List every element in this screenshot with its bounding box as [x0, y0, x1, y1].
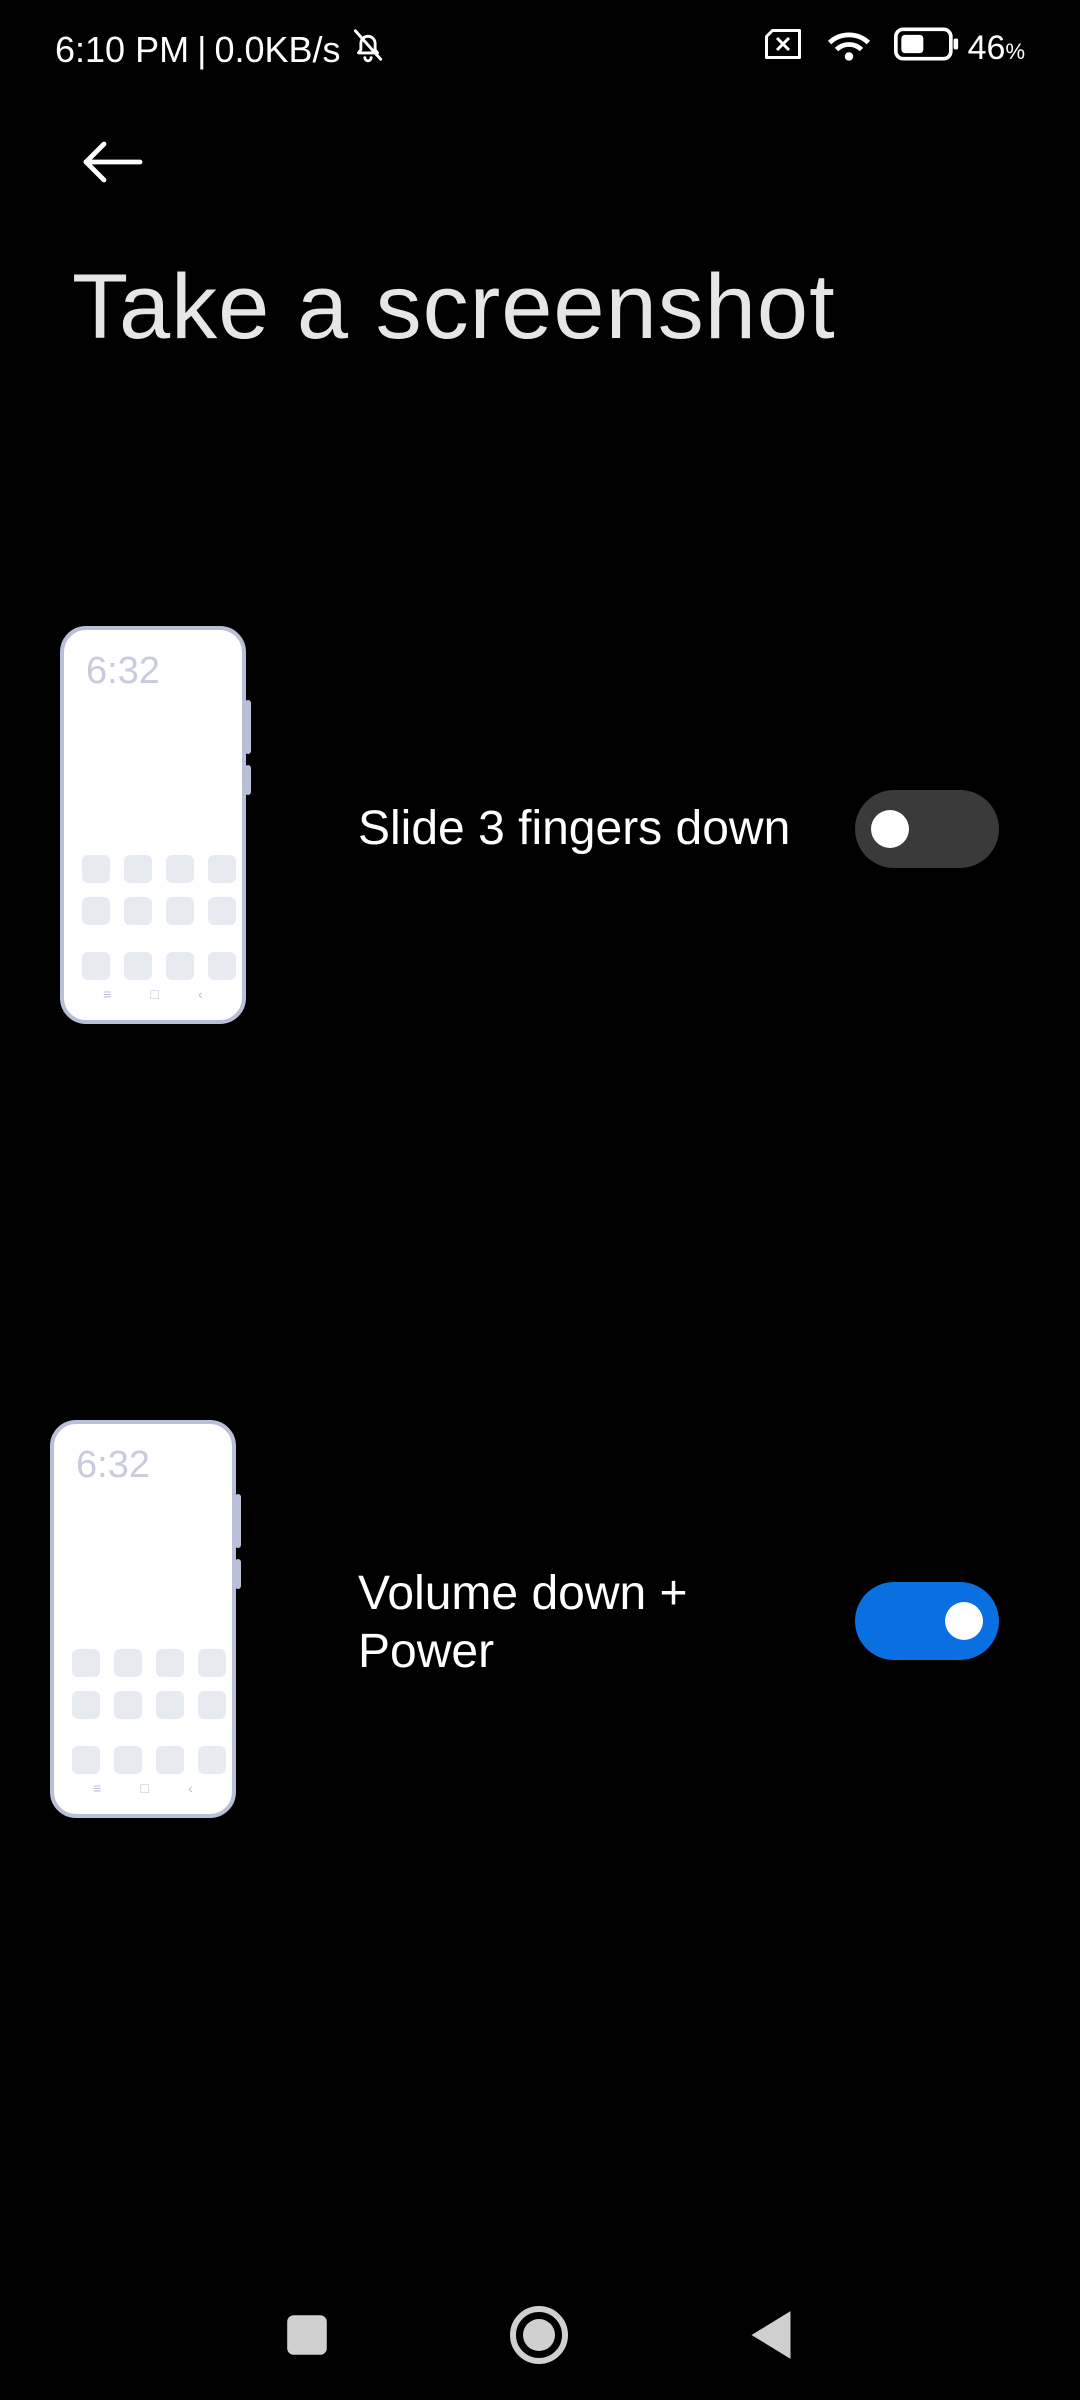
back-button[interactable] — [70, 120, 154, 204]
status-time: 6:10 PM — [55, 28, 190, 70]
illustration-time: 6:32 — [86, 650, 160, 692]
navigation-bar — [0, 2290, 1080, 2380]
phone-illustration-volume-power: 6:32 ≡ □ ‹ — [50, 1420, 241, 1818]
battery-icon — [893, 27, 960, 70]
percent-sign: % — [1005, 39, 1025, 64]
toggle-knob — [945, 1602, 983, 1640]
network-speed: 0.0KB/s — [214, 28, 341, 70]
battery-percent: 46% — [967, 29, 1025, 67]
wifi-icon — [826, 26, 872, 71]
battery-indicator: 46% — [893, 27, 1025, 70]
toggle-knob — [871, 810, 909, 848]
option-label-three-finger: Slide 3 fingers down — [358, 802, 791, 855]
option-label-volume-power: Volume down + Power — [358, 1567, 688, 1678]
illustration-time: 6:32 — [76, 1444, 150, 1486]
sim-no-signal-icon — [762, 27, 804, 70]
back-triangle-icon — [751, 2311, 791, 2359]
arrow-left-icon — [83, 141, 143, 183]
bell-muted-icon — [349, 26, 387, 73]
home-circle-icon — [510, 2306, 568, 2364]
status-bar: 6:10 PM | 0.0KB/s 46% — [0, 0, 1080, 100]
phone-illustration-three-finger: 6:32 ≡ □ ‹ — [60, 626, 251, 1024]
toggle-volume-power[interactable] — [855, 1582, 999, 1660]
toggle-three-finger[interactable] — [855, 790, 999, 868]
recents-button[interactable] — [262, 2290, 352, 2380]
back-nav-button[interactable] — [726, 2290, 816, 2380]
home-button[interactable] — [494, 2290, 584, 2380]
status-right: 46% — [762, 26, 1025, 71]
status-left: 6:10 PM | 0.0KB/s — [55, 26, 387, 73]
recents-square-icon — [287, 2315, 327, 2355]
status-separator: | — [197, 28, 207, 70]
page-title: Take a screenshot — [72, 256, 836, 358]
